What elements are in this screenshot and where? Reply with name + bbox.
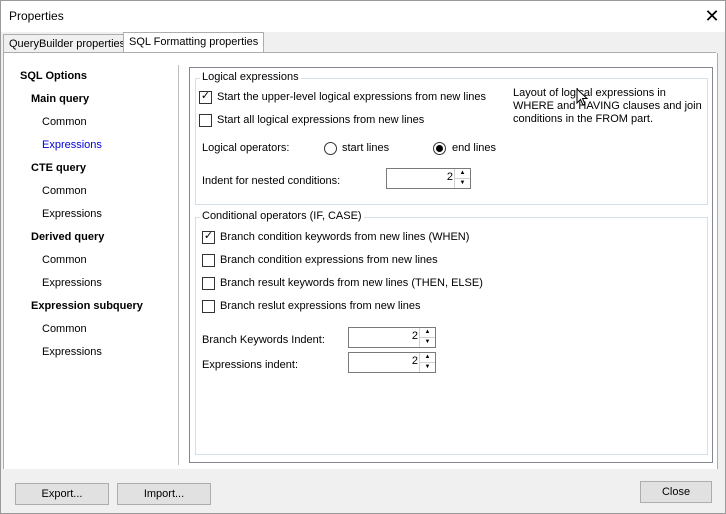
branch-result-expr-label: Branch reslut expressions from new lines — [220, 300, 421, 312]
branch-cond-expr-label: Branch condition expressions from new li… — [220, 254, 438, 266]
tree-item-expression-subquery[interactable]: Expression subquery — [31, 300, 143, 312]
branch-when-label: Branch condition keywords from new lines… — [220, 231, 470, 243]
end-lines-radio[interactable] — [433, 142, 446, 155]
stepper-down-icon[interactable]: ▼ — [420, 338, 435, 347]
logical-operators-label: Logical operators: — [202, 142, 290, 154]
window-title: Properties — [9, 9, 64, 23]
tree-item-cte-query[interactable]: CTE query — [31, 162, 86, 174]
expressions-indent-label: Expressions indent: — [202, 359, 298, 371]
expressions-indent-value: 2 — [411, 355, 418, 367]
tree-item-expr-expressions[interactable]: Expressions — [42, 346, 102, 358]
branch-when-checkbox[interactable]: ✓ — [202, 230, 215, 244]
radio-selected-dot — [436, 145, 443, 152]
start-lines-radio[interactable] — [324, 142, 337, 155]
tree-item-cte-expressions[interactable]: Expressions — [42, 208, 102, 220]
keywords-indent-label: Branch Keywords Indent: — [202, 334, 325, 346]
tree-item-main-expressions[interactable]: Expressions — [42, 139, 102, 151]
branch-result-expr-checkbox[interactable] — [202, 300, 215, 313]
branch-cond-expr-checkbox[interactable] — [202, 254, 215, 267]
import-button[interactable]: Import... — [117, 483, 211, 505]
tree-item-derived-query[interactable]: Derived query — [31, 231, 104, 243]
close-icon[interactable]: ✕ — [701, 4, 723, 28]
start-all-label: Start all logical expressions from new l… — [217, 114, 425, 126]
stepper-buttons: ▲ ▼ — [419, 328, 435, 347]
tab-sql-formatting-properties[interactable]: SQL Formatting properties — [123, 32, 265, 54]
keywords-indent-value: 2 — [411, 330, 418, 342]
check-icon: ✓ — [203, 230, 214, 242]
branch-result-kw-label: Branch result keywords from new lines (T… — [220, 277, 483, 289]
stepper-down-icon[interactable]: ▼ — [420, 363, 435, 372]
start-upper-checkbox[interactable]: ✓ — [199, 90, 212, 104]
tree-item-expr-common[interactable]: Common — [42, 323, 87, 335]
conditional-operators-title: Conditional operators (IF, CASE) — [200, 210, 364, 222]
close-button[interactable]: Close — [640, 481, 712, 503]
export-button[interactable]: Export... — [15, 483, 109, 505]
tree-item-main-query[interactable]: Main query — [31, 93, 89, 105]
mouse-cursor-icon — [576, 88, 588, 106]
check-icon: ✓ — [200, 90, 211, 102]
splitter[interactable] — [178, 65, 179, 465]
end-lines-label: end lines — [452, 142, 497, 154]
properties-window: Properties ✕ QueryBuilder properties SQL… — [0, 0, 726, 514]
tree-item-derived-expressions[interactable]: Expressions — [42, 277, 102, 289]
keywords-indent-stepper[interactable]: 2 ▲ ▼ — [348, 327, 436, 348]
stepper-up-icon[interactable]: ▲ — [455, 169, 470, 179]
tab-querybuilder-properties[interactable]: QueryBuilder properties — [3, 34, 132, 54]
stepper-up-icon[interactable]: ▲ — [420, 328, 435, 338]
logical-expressions-title: Logical expressions — [200, 71, 301, 83]
indent-nested-stepper[interactable]: 2 ▲ ▼ — [386, 168, 471, 189]
stepper-buttons: ▲ ▼ — [419, 353, 435, 372]
branch-result-kw-checkbox[interactable] — [202, 277, 215, 290]
tree-item-sql-options[interactable]: SQL Options — [20, 70, 87, 82]
stepper-down-icon[interactable]: ▼ — [455, 179, 470, 188]
title-bar: Properties ✕ — [1, 1, 725, 32]
tree-item-cte-common[interactable]: Common — [42, 185, 87, 197]
expressions-indent-stepper[interactable]: 2 ▲ ▼ — [348, 352, 436, 373]
start-lines-label: start lines — [342, 142, 390, 154]
stepper-buttons: ▲ ▼ — [454, 169, 470, 188]
tree-item-main-common[interactable]: Common — [42, 116, 87, 128]
start-all-checkbox[interactable] — [199, 114, 212, 127]
indent-nested-value: 2 — [446, 171, 453, 183]
tree-item-derived-common[interactable]: Common — [42, 254, 87, 266]
stepper-up-icon[interactable]: ▲ — [420, 353, 435, 363]
logical-description: Layout of logical expressions in WHERE a… — [513, 87, 702, 125]
indent-nested-label: Indent for nested conditions: — [202, 175, 341, 187]
start-upper-label: Start the upper-level logical expression… — [217, 91, 487, 103]
